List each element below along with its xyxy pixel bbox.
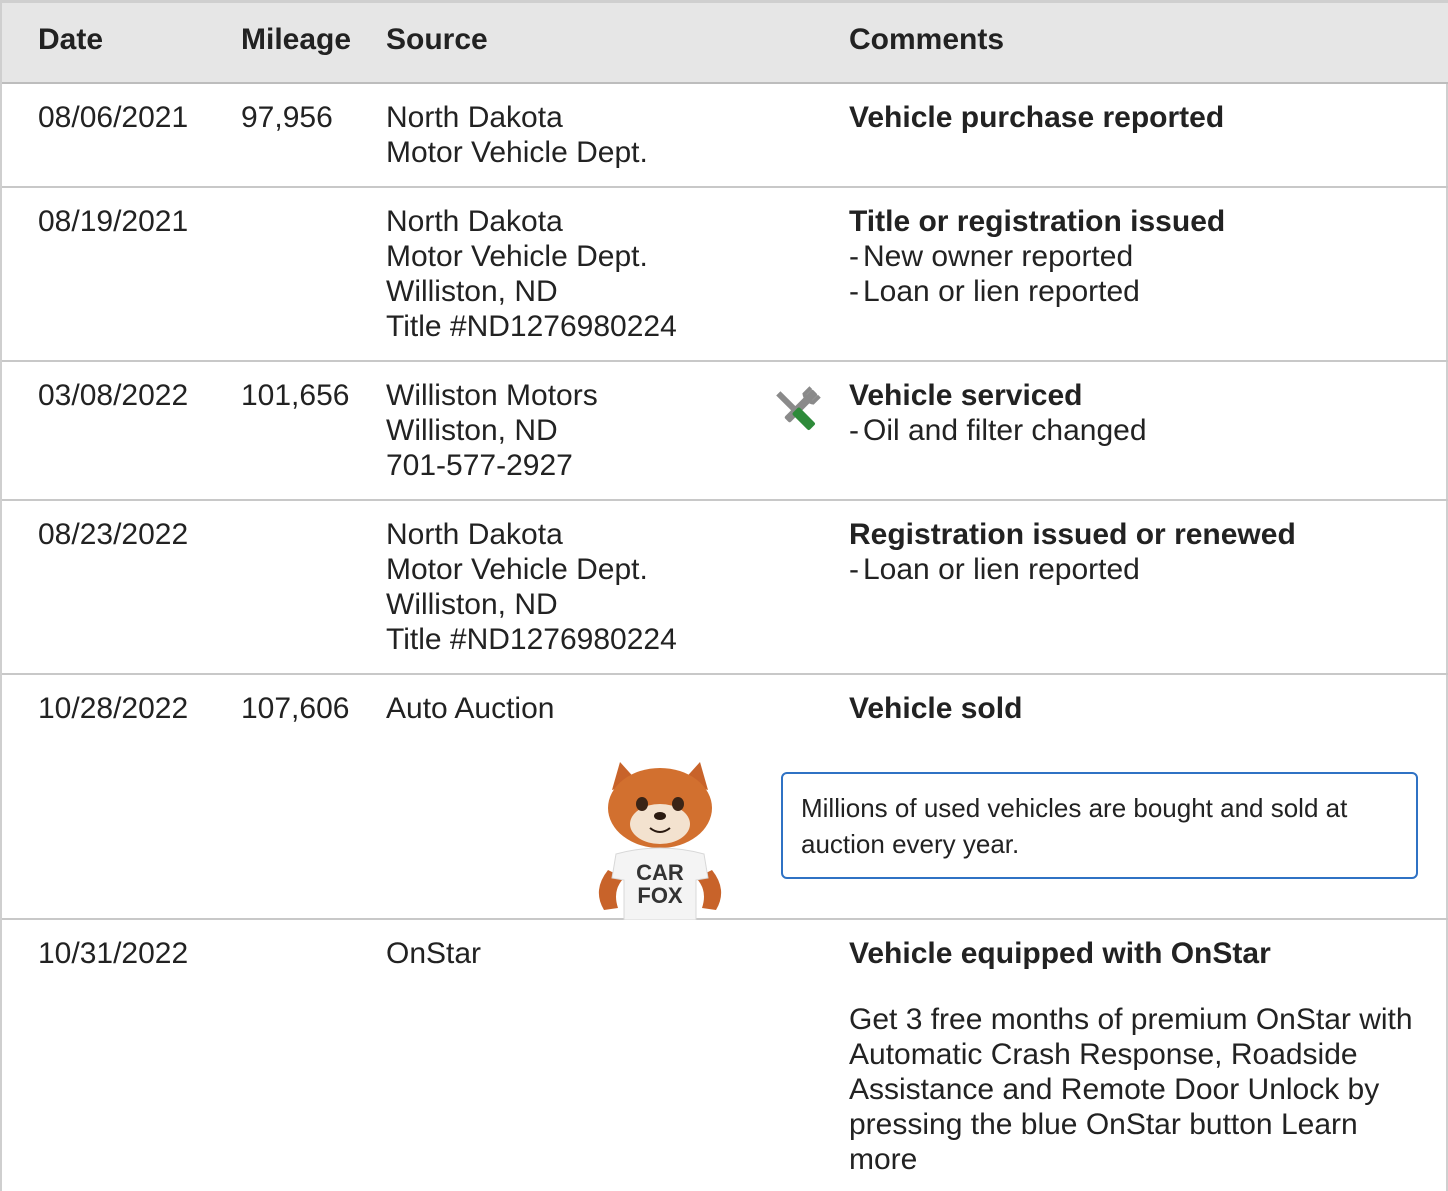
service-tools-icon [766,382,826,445]
header-mileage: Mileage [241,23,352,56]
date-cell: 10/31/2022 [38,937,189,970]
mileage-cell: 101,656 [241,379,350,412]
event-detail: Loan or lien reported [849,274,1225,309]
source-line: North Dakota [386,101,563,134]
source-cell: Auto Auction [386,691,554,726]
source-line: Title #ND1276980224 [386,623,677,656]
event-title: Registration issued or renewed [849,518,1296,551]
source-line: Williston, ND [386,588,558,621]
source-line: North Dakota [386,205,563,238]
source-line: Motor Vehicle Dept. [386,553,648,586]
auction-info-callout: Millions of used vehicles are bought and… [781,772,1418,879]
source-line: Motor Vehicle Dept. [386,136,648,169]
source-line: North Dakota [386,518,563,551]
source-cell: North Dakota Motor Vehicle Dept. Willist… [386,204,677,344]
event-detail: Loan or lien reported [849,552,1296,587]
comments-cell: Vehicle serviced Oil and filter changed [849,378,1147,448]
date-cell: 03/08/2022 [38,379,189,412]
callout-text: Millions of used vehicles are bought and… [801,793,1348,859]
history-table: Date Mileage Source Comments 08/06/2021 … [0,0,1448,1191]
source-cell: North Dakota Motor Vehicle Dept. Willist… [386,517,677,657]
event-title: Vehicle equipped with OnStar [849,937,1271,970]
event-title: Vehicle purchase reported [849,101,1225,134]
table-row: 10/31/2022 OnStar Vehicle equipped with … [2,920,1448,1191]
date-cell: 10/28/2022 [38,692,189,725]
event-detail: Oil and filter changed [849,413,1147,448]
header-source: Source [386,23,488,56]
mileage-cell: 107,606 [241,692,350,725]
date-cell: 08/19/2021 [38,205,189,238]
carfox-mascot-icon: CAR FOX [590,760,730,925]
source-line: Auto Auction [386,692,555,725]
comments-cell: Title or registration issued New owner r… [849,204,1225,309]
table-row: 08/19/2021 North Dakota Motor Vehicle De… [2,188,1448,362]
header-comments: Comments [849,23,1005,56]
source-cell: Williston Motors Williston, ND 701-577-2… [386,378,598,483]
table-row: 08/06/2021 97,956 North Dakota Motor Veh… [2,84,1448,188]
date-cell: 08/23/2022 [38,518,189,551]
comments-cell: Vehicle purchase reported [849,100,1224,135]
source-line: Motor Vehicle Dept. [386,240,648,273]
event-title: Title or registration issued [849,205,1226,238]
source-line: 701-577-2927 [386,449,573,482]
header-date: Date [38,23,104,56]
table-header: Date Mileage Source Comments [2,0,1448,84]
table-row: 03/08/2022 101,656 Williston Motors Will… [2,362,1448,501]
comments-cell: Vehicle sold [849,691,1022,726]
event-title: Vehicle serviced [849,379,1083,412]
event-detail: New owner reported [849,239,1225,274]
source-line: Williston, ND [386,414,558,447]
event-title: Vehicle sold [849,692,1023,725]
source-line: Williston, ND [386,275,558,308]
onstar-promo-text: Get 3 free months of premium OnStar with… [849,1002,1414,1177]
date-cell: 08/06/2021 [38,101,189,134]
mascot-shirt-text: CAR [636,860,684,885]
comments-cell: Vehicle equipped with OnStar Get 3 free … [849,936,1414,1177]
source-cell: OnStar [386,936,481,971]
source-line: Williston Motors [386,379,598,412]
source-line: OnStar [386,937,482,970]
table-row: 08/23/2022 North Dakota Motor Vehicle De… [2,501,1448,675]
source-line: Title #ND1276980224 [386,310,677,343]
mileage-cell: 97,956 [241,101,333,134]
source-cell: North Dakota Motor Vehicle Dept. [386,100,648,170]
comments-cell: Registration issued or renewed Loan or l… [849,517,1296,587]
mascot-shirt-text: FOX [637,883,683,908]
